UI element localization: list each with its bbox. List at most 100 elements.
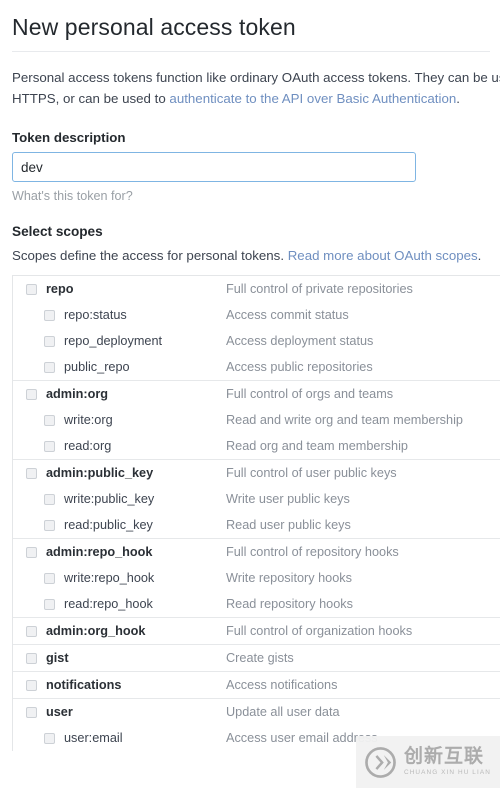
token-description-field-wrap bbox=[0, 145, 500, 182]
scope-row[interactable]: repo Full control of private repositories bbox=[13, 276, 500, 302]
scope-checkbox-repo_deployment[interactable] bbox=[44, 335, 55, 347]
scope-name: user bbox=[46, 705, 73, 719]
scope-checkbox-public_repo[interactable] bbox=[44, 361, 55, 373]
scope-description: Access commit status bbox=[226, 308, 349, 322]
token-description-helper-text: What's this token for? bbox=[12, 189, 133, 203]
scope-row[interactable]: admin:org_hook Full control of organizati… bbox=[13, 618, 500, 644]
scope-checkbox-repo[interactable] bbox=[26, 283, 37, 295]
intro-line-2-prefix: HTTPS, or can be used to bbox=[12, 91, 170, 106]
basic-authentication-link[interactable]: authenticate to the API over Basic Authe… bbox=[169, 91, 456, 106]
new-personal-access-token-page: New personal access token Personal acces… bbox=[0, 0, 500, 810]
scope-checkbox-read:public_key[interactable] bbox=[44, 519, 55, 531]
scope-row[interactable]: read:public_key Read user public keys bbox=[13, 512, 500, 538]
scope-name: admin:org bbox=[46, 387, 109, 401]
scope-checkbox-admin:public_key[interactable] bbox=[26, 467, 37, 479]
scope-row[interactable]: admin:org Full control of orgs and teams bbox=[13, 381, 500, 407]
scope-row[interactable]: public_repo Access public repositories bbox=[13, 354, 500, 380]
scope-description: Read and write org and team membership bbox=[226, 413, 463, 427]
scope-checkbox-repo:status[interactable] bbox=[44, 309, 55, 321]
scope-checkbox-user[interactable] bbox=[26, 706, 37, 718]
intro-line-2: HTTPS, or can be used to authenticate to… bbox=[12, 88, 500, 109]
scope-description: Full control of organization hooks bbox=[226, 624, 413, 638]
scope-name: admin:org_hook bbox=[46, 624, 146, 638]
scope-group: admin:public_key Full control of user pub… bbox=[13, 459, 500, 538]
scope-checkbox-write:public_key[interactable] bbox=[44, 493, 55, 505]
scope-row[interactable]: admin:public_key Full control of user pub… bbox=[13, 460, 500, 486]
select-scopes-heading: Select scopes bbox=[12, 224, 103, 239]
scope-row[interactable]: repo_deployment Access deployment status bbox=[13, 328, 500, 354]
scope-checkbox-admin:repo_hook[interactable] bbox=[26, 546, 37, 558]
scope-row[interactable]: read:org Read org and team membership bbox=[13, 433, 500, 459]
watermark-text: 创新互联 CHUANG XIN HU LIAN bbox=[404, 747, 491, 776]
bottom-strip bbox=[0, 788, 500, 810]
scope-group: notifications Access notifications bbox=[13, 671, 500, 698]
scope-group: admin:repo_hook Full control of repositor… bbox=[13, 538, 500, 617]
scope-description: Read repository hooks bbox=[226, 597, 353, 611]
scope-checkbox-write:org[interactable] bbox=[44, 414, 55, 426]
scope-checkbox-write:repo_hook[interactable] bbox=[44, 572, 55, 584]
scope-row[interactable]: notifications Access notifications bbox=[13, 672, 500, 698]
watermark: 创新互联 CHUANG XIN HU LIAN bbox=[356, 736, 500, 788]
scope-row[interactable]: user Update all user data bbox=[13, 699, 500, 725]
scope-row[interactable]: admin:repo_hook Full control of repositor… bbox=[13, 539, 500, 565]
select-scopes-subtext: Scopes define the access for personal to… bbox=[0, 239, 500, 263]
scope-description: Full control of orgs and teams bbox=[226, 387, 394, 401]
scope-group: gist Create gists bbox=[13, 644, 500, 671]
scope-name: public_repo bbox=[64, 360, 130, 374]
scope-row[interactable]: write:public_key Write user public keys bbox=[13, 486, 500, 512]
scope-checkbox-read:repo_hook[interactable] bbox=[44, 598, 55, 610]
token-description-label: Token description bbox=[12, 130, 126, 145]
watermark-pinyin: CHUANG XIN HU LIAN bbox=[404, 769, 491, 777]
scope-description: Write user public keys bbox=[226, 492, 350, 506]
watermark-chinese: 创新互联 bbox=[404, 745, 485, 768]
intro-line-2-suffix: . bbox=[456, 91, 460, 106]
scope-checkbox-user:email[interactable] bbox=[44, 732, 55, 744]
scope-description: Full control of private repositories bbox=[226, 282, 413, 296]
scopes-subtext-prefix: Scopes define the access for personal to… bbox=[12, 248, 288, 263]
intro-paragraph: Personal access tokens function like ord… bbox=[0, 52, 500, 109]
intro-line-1: Personal access tokens function like ord… bbox=[12, 70, 500, 85]
scope-checkbox-notifications[interactable] bbox=[26, 679, 37, 691]
scope-row[interactable]: repo:status Access commit status bbox=[13, 302, 500, 328]
scope-name: repo_deployment bbox=[64, 334, 163, 348]
scope-description: Full control of user public keys bbox=[226, 466, 397, 480]
scope-description: Update all user data bbox=[226, 705, 340, 719]
scope-description: Access public repositories bbox=[226, 360, 373, 374]
scope-row[interactable]: write:repo_hook Write repository hooks bbox=[13, 565, 500, 591]
scope-row[interactable]: write:org Read and write org and team mem… bbox=[13, 407, 500, 433]
scope-name: repo bbox=[46, 282, 74, 296]
scope-name: gist bbox=[46, 651, 69, 665]
scope-name: notifications bbox=[46, 678, 122, 692]
token-description-input[interactable] bbox=[12, 152, 416, 182]
scope-name: write:public_key bbox=[64, 492, 155, 506]
scope-name: write:repo_hook bbox=[64, 571, 155, 585]
scope-description: Read org and team membership bbox=[226, 439, 408, 453]
oauth-scopes-link[interactable]: Read more about OAuth scopes bbox=[288, 248, 478, 263]
scope-checkbox-admin:org_hook[interactable] bbox=[26, 625, 37, 637]
scope-checkbox-admin:org[interactable] bbox=[26, 388, 37, 400]
scope-name: write:org bbox=[64, 413, 113, 427]
scopes-list: repo Full control of private repositories… bbox=[12, 275, 500, 751]
scope-description: Read user public keys bbox=[226, 518, 351, 532]
scope-name: admin:public_key bbox=[46, 466, 154, 480]
scope-group: admin:org_hook Full control of organizati… bbox=[13, 617, 500, 644]
scope-row[interactable]: read:repo_hook Read repository hooks bbox=[13, 591, 500, 617]
scope-description: Write repository hooks bbox=[226, 571, 352, 585]
scope-description: Create gists bbox=[226, 651, 294, 665]
scope-checkbox-read:org[interactable] bbox=[44, 440, 55, 452]
scope-name: user:email bbox=[64, 731, 123, 745]
scope-name: admin:repo_hook bbox=[46, 545, 153, 559]
scope-name: read:org bbox=[64, 439, 112, 453]
scope-description: Access user email address bbox=[226, 731, 378, 745]
scope-checkbox-gist[interactable] bbox=[26, 652, 37, 664]
scopes-subtext-suffix: . bbox=[477, 248, 482, 263]
scope-description: Access deployment status bbox=[226, 334, 374, 348]
watermark-logo-icon bbox=[365, 746, 396, 778]
scope-row[interactable]: gist Create gists bbox=[13, 645, 500, 671]
scope-name: read:public_key bbox=[64, 518, 153, 532]
page-title: New personal access token bbox=[12, 14, 296, 40]
scope-name: repo:status bbox=[64, 308, 127, 322]
scope-group: admin:org Full control of orgs and teams w… bbox=[13, 380, 500, 459]
scope-name: read:repo_hook bbox=[64, 597, 153, 611]
scope-description: Full control of repository hooks bbox=[226, 545, 399, 559]
